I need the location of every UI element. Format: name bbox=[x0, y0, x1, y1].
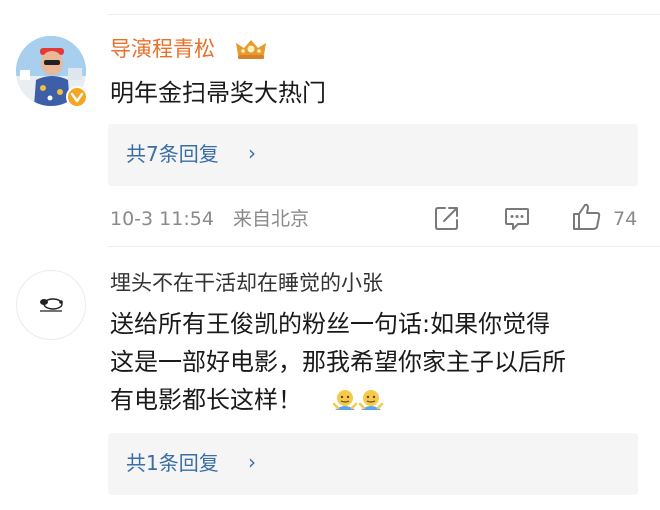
like-thumb-icon[interactable] bbox=[571, 201, 603, 233]
shrug-emoji-icon bbox=[358, 388, 384, 414]
snoopy-avatar-image bbox=[40, 298, 63, 312]
comment-username[interactable]: 导演程青松 bbox=[110, 36, 215, 62]
comment-divider bbox=[108, 246, 660, 247]
avatar[interactable] bbox=[16, 270, 86, 340]
comment-time: 10-3 11:54 bbox=[110, 208, 214, 230]
view-replies-button[interactable]: 共7条回复 › bbox=[108, 124, 638, 186]
view-replies-button[interactable]: 共1条回复 › bbox=[108, 433, 638, 495]
comment-icon[interactable] bbox=[503, 204, 531, 232]
comment-text-line-3: 有电影都长这样！ bbox=[110, 386, 302, 414]
comment-text-line-2: 这是一部好电影，那我希望你家主子以后所 bbox=[110, 348, 566, 376]
shrug-emoji-icon bbox=[332, 388, 358, 414]
reply-count-label: 共1条回复 bbox=[126, 451, 219, 475]
comment-username[interactable]: 埋头不在干活却在睡觉的小张 bbox=[110, 270, 383, 296]
chevron-right-icon: › bbox=[248, 450, 256, 474]
comment-text: 明年金扫帚奖大热门 bbox=[110, 79, 326, 107]
like-count: 74 bbox=[613, 208, 638, 230]
verified-v-icon bbox=[66, 86, 88, 108]
comment-text-line-1: 送给所有王俊凯的粉丝一句话:如果你觉得 bbox=[110, 310, 551, 338]
crown-badge-icon bbox=[234, 37, 268, 61]
chevron-right-icon: › bbox=[248, 141, 256, 165]
reply-count-label: 共7条回复 bbox=[126, 142, 219, 166]
share-icon[interactable] bbox=[433, 204, 461, 232]
top-divider bbox=[108, 14, 660, 15]
comment-source: 来自北京 bbox=[233, 208, 310, 230]
